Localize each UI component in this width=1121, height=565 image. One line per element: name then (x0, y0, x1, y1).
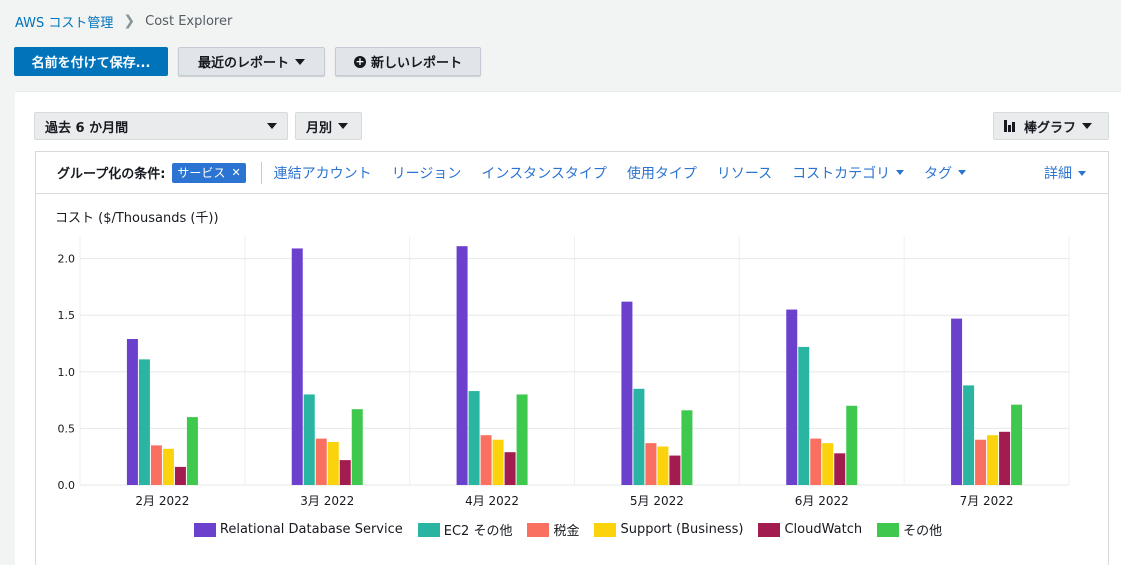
bar (315, 438, 327, 485)
bar (633, 388, 645, 485)
bar (468, 391, 480, 485)
legend-item[interactable]: EC2 その他 (417, 520, 513, 539)
bar (834, 453, 846, 485)
chevron-right-icon: ❯ (123, 13, 136, 29)
bar (798, 346, 810, 485)
bar (327, 441, 339, 485)
bar (963, 385, 975, 485)
bar (480, 435, 492, 485)
legend-swatch (758, 522, 781, 537)
legend-label: その他 (903, 524, 943, 539)
breadcrumb: AWS コスト管理 ❯ Cost Explorer (15, 10, 232, 32)
bar (681, 410, 693, 485)
bar (303, 394, 315, 485)
legend-label: 税金 (553, 524, 580, 539)
y-tick-label: 0.5 (58, 422, 76, 435)
legend-swatch (193, 522, 216, 537)
bar (516, 394, 528, 485)
legend-label: CloudWatch (784, 522, 863, 537)
save-as-label: 名前を付けて保存... (31, 56, 151, 71)
bar (126, 338, 138, 485)
legend-item[interactable]: Support (Business) (594, 520, 743, 539)
bar (645, 443, 657, 485)
plus-circle-icon: + (353, 54, 366, 68)
breadcrumb-current: Cost Explorer (145, 13, 233, 29)
bar (786, 309, 798, 485)
bar (291, 248, 303, 485)
bar (339, 460, 351, 485)
bar (822, 443, 834, 485)
new-report-button[interactable]: + 新しいレポート (335, 47, 481, 76)
bar (1011, 404, 1023, 485)
recent-reports-label: 最近のレポート (197, 56, 289, 71)
bar (810, 438, 822, 485)
save-as-button[interactable]: 名前を付けて保存... (14, 47, 168, 76)
legend-swatch (417, 522, 440, 537)
legend-label: Support (Business) (620, 522, 744, 537)
bar (999, 431, 1011, 485)
bar (975, 439, 987, 485)
legend-swatch (594, 522, 617, 537)
bar (504, 452, 516, 485)
y-tick-label: 1.0 (58, 366, 76, 379)
x-tick-label: 3月 2022 (300, 494, 354, 508)
bar (621, 301, 633, 485)
legend-label: EC2 その他 (443, 524, 513, 539)
bar (456, 246, 468, 485)
bar (492, 439, 504, 485)
bar (351, 409, 363, 485)
new-report-label: 新しいレポート (370, 56, 462, 71)
bar (138, 359, 150, 485)
bar (846, 405, 858, 485)
caret-down-icon (295, 58, 305, 65)
recent-reports-dropdown[interactable]: 最近のレポート (178, 47, 325, 76)
report-panel: 過去 6 か月間 月別 棒グラフ グループ化の条件: サービス ✕ 連結アカウン… (15, 91, 1121, 565)
x-tick-label: 4月 2022 (465, 494, 519, 508)
legend-item[interactable]: CloudWatch (758, 520, 862, 539)
cost-bar-chart: 0.0 0.5 1.0 1.5 2.0 2月 2022 3月 2022 4月 2022 5月 2… (58, 236, 1070, 508)
legend-item[interactable]: Relational Database Service (193, 520, 403, 539)
bar (951, 318, 963, 485)
x-tick-label: 6月 2022 (795, 494, 849, 508)
legend-item[interactable]: 税金 (527, 520, 579, 539)
y-tick-label: 2.0 (58, 253, 76, 266)
legend-item[interactable]: その他 (877, 520, 942, 539)
legend-swatch (527, 522, 550, 537)
legend-swatch (877, 522, 900, 537)
x-tick-label: 2月 2022 (135, 494, 189, 508)
bar (186, 417, 198, 485)
breadcrumb-root-link[interactable]: AWS コスト管理 (15, 12, 113, 31)
bar (657, 446, 669, 485)
legend-label: Relational Database Service (219, 522, 403, 537)
bar (162, 448, 174, 485)
bar (174, 466, 186, 485)
chart-legend: Relational Database Service EC2 その他 税金 Supp… (15, 520, 1121, 539)
bar (150, 445, 162, 485)
x-tick-label: 7月 2022 (960, 494, 1014, 508)
x-tick-label: 5月 2022 (630, 494, 684, 508)
bar (987, 435, 999, 485)
y-tick-label: 1.5 (58, 309, 76, 322)
bar (669, 455, 681, 485)
y-tick-label: 0.0 (58, 479, 76, 492)
